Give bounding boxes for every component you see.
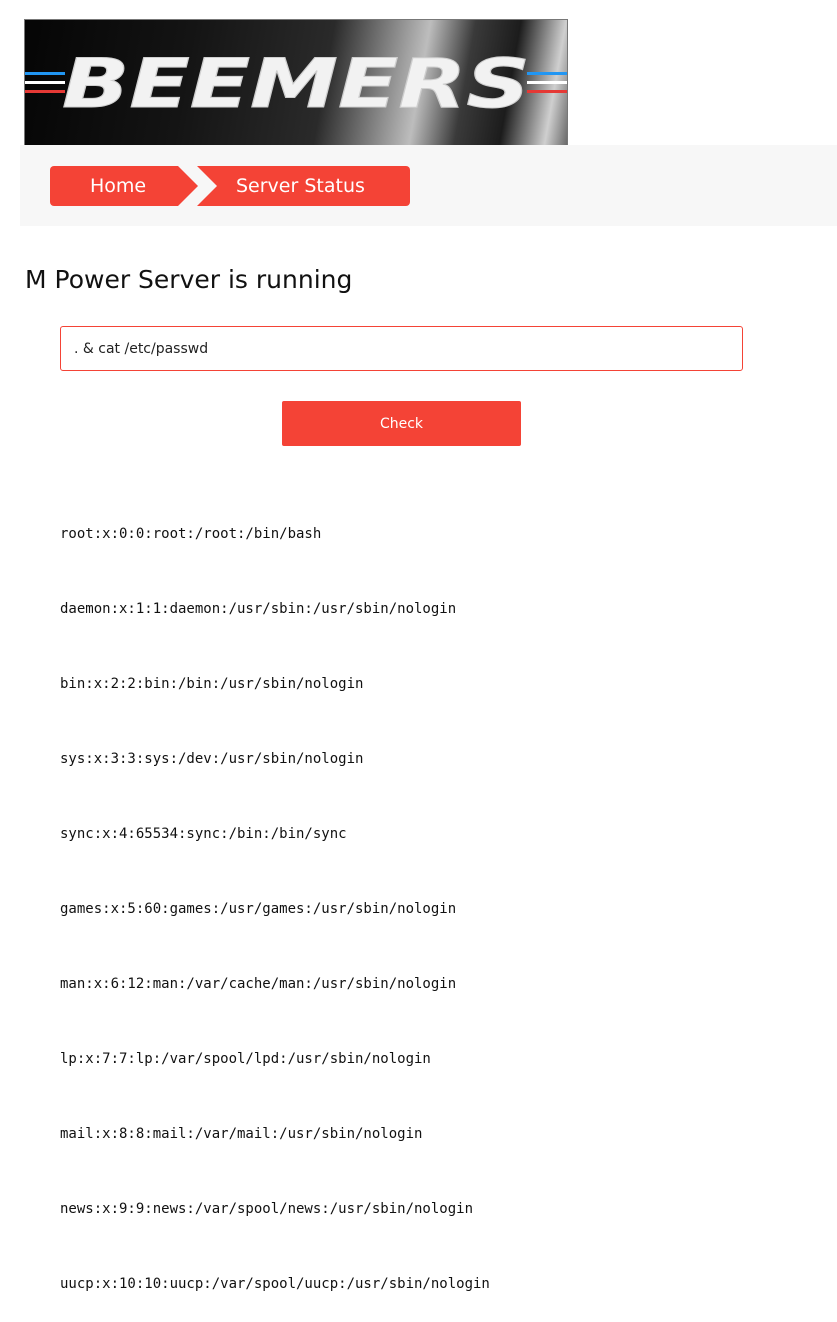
command-input[interactable] xyxy=(60,326,743,371)
page-title: M Power Server is running xyxy=(25,265,353,294)
output-line: mail:x:8:8:mail:/var/mail:/usr/sbin/nolo… xyxy=(60,1126,423,1142)
check-button[interactable]: Check xyxy=(282,401,521,446)
breadcrumb-home[interactable]: Home xyxy=(50,166,198,206)
output-line: uucp:x:10:10:uucp:/var/spool/uucp:/usr/s… xyxy=(60,1276,490,1292)
output-line: root:x:0:0:root:/root:/bin/bash xyxy=(60,526,322,542)
output-line: lp:x:7:7:lp:/var/spool/lpd:/usr/sbin/nol… xyxy=(60,1051,431,1067)
breadcrumb-server-status-label: Server Status xyxy=(236,175,365,197)
output-line: bin:x:2:2:bin:/bin:/usr/sbin/nologin xyxy=(60,676,364,692)
output-line: man:x:6:12:man:/var/cache/man:/usr/sbin/… xyxy=(60,976,457,992)
beemers-logo[interactable]: BEEMERS xyxy=(24,19,568,146)
breadcrumb: Home Server Status xyxy=(20,145,837,226)
breadcrumb-server-status[interactable]: Server Status xyxy=(197,166,410,206)
output-line: daemon:x:1:1:daemon:/usr/sbin:/usr/sbin/… xyxy=(60,601,457,617)
output-line: news:x:9:9:news:/var/spool/news:/usr/sbi… xyxy=(60,1201,474,1217)
breadcrumb-home-label: Home xyxy=(90,175,147,197)
output-line: sys:x:3:3:sys:/dev:/usr/sbin/nologin xyxy=(60,751,364,767)
logo-wordmark: BEEMERS xyxy=(62,45,531,125)
command-output: root:x:0:0:root:/root:/bin/bash daemon:x… xyxy=(60,472,490,1322)
output-line: games:x:5:60:games:/usr/games:/usr/sbin/… xyxy=(60,901,457,917)
output-line: sync:x:4:65534:sync:/bin:/bin/sync xyxy=(60,826,347,842)
logo-text: BEEMERS xyxy=(62,45,530,124)
